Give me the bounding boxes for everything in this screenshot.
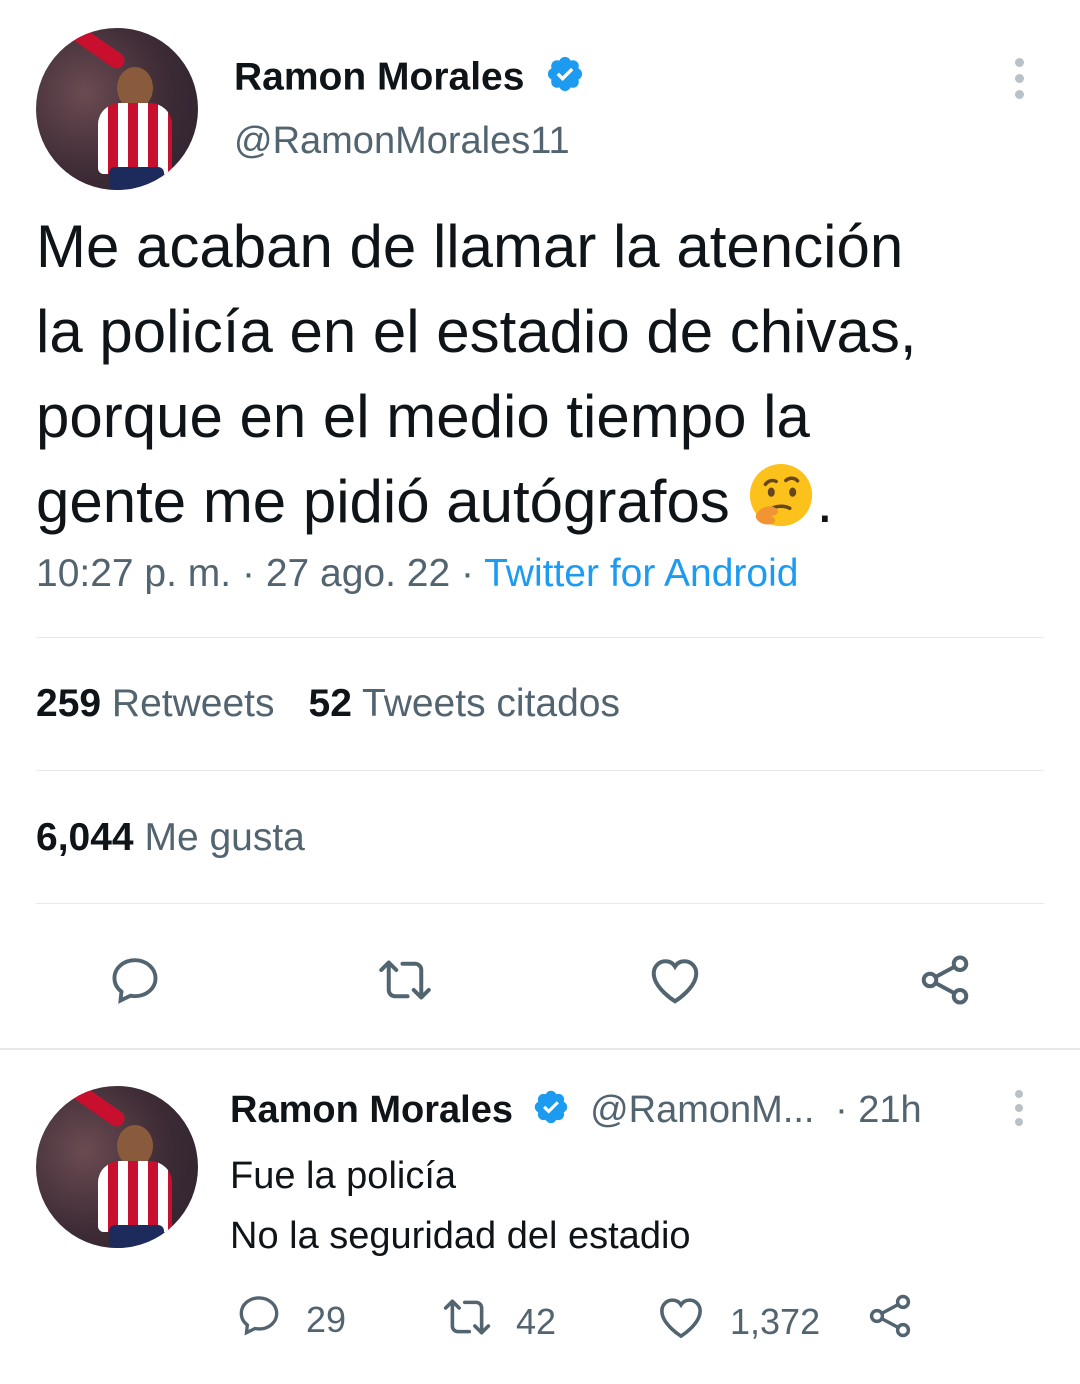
tweet-line: gente me pidió autógrafos bbox=[36, 468, 730, 535]
tweet-date: 27 ago. 22 bbox=[265, 552, 451, 595]
retweets-stat[interactable]: 259 Retweets bbox=[36, 682, 275, 725]
author-name-text: Ramon Morales bbox=[234, 55, 525, 99]
divider bbox=[36, 637, 1044, 638]
tweet-text: Me acaban de llamar la atención la polic… bbox=[36, 204, 1046, 554]
likes-stat[interactable]: 6,044 Me gusta bbox=[36, 816, 305, 860]
divider bbox=[36, 770, 1044, 771]
reply-author-avatar[interactable] bbox=[36, 1086, 198, 1248]
quotes-stat[interactable]: 52 Tweets citados bbox=[309, 682, 621, 725]
share-icon[interactable] bbox=[910, 945, 980, 1015]
tweet-line: porque en el medio tiempo la bbox=[36, 383, 810, 450]
retweets-label: Retweets bbox=[111, 682, 275, 725]
engagement-stats: 259 Retweets 52 Tweets citados bbox=[36, 682, 620, 726]
reply-author-name: Ramon Morales bbox=[230, 1089, 513, 1132]
tweet-line: Me acaban de llamar la atención bbox=[36, 213, 904, 280]
reply-action-bar: 29 42 1,372 bbox=[0, 1290, 1080, 1346]
author-name[interactable]: Ramon Morales bbox=[234, 54, 585, 104]
reply-line: No la seguridad del estadio bbox=[230, 1215, 691, 1257]
retweet-icon bbox=[440, 1290, 516, 1353]
reply-line: Fue la policía bbox=[230, 1155, 457, 1197]
like-icon bbox=[654, 1290, 730, 1353]
reply-time: · 21h bbox=[835, 1089, 922, 1132]
reply-text: Fue la policía No la seguridad del estad… bbox=[230, 1146, 691, 1266]
likes-label: Me gusta bbox=[144, 816, 305, 859]
section-divider bbox=[0, 1048, 1080, 1050]
tweet-end-punctuation: . bbox=[816, 468, 834, 535]
reply-icon bbox=[234, 1290, 306, 1349]
quotes-count: 52 bbox=[308, 682, 352, 725]
verified-badge-icon bbox=[545, 54, 585, 104]
retweets-count: 259 bbox=[36, 682, 102, 725]
tweet-time: 10:27 p. m. bbox=[36, 552, 232, 595]
likes-count: 6,044 bbox=[36, 816, 134, 859]
author-avatar[interactable] bbox=[36, 28, 198, 190]
tweet-meta: 10:27 p. m. · 27 ago. 22 · Twitter for A… bbox=[36, 552, 798, 596]
meta-separator: · bbox=[461, 552, 474, 595]
reply-author-handle: @RamonM... bbox=[590, 1089, 815, 1132]
share-button[interactable] bbox=[864, 1290, 938, 1351]
divider bbox=[36, 903, 1044, 904]
reply-button[interactable]: 29 bbox=[234, 1290, 346, 1349]
more-icon[interactable] bbox=[1012, 1090, 1026, 1133]
retweet-icon[interactable] bbox=[370, 945, 440, 1015]
tweet-line: la policía en el estadio de chivas, bbox=[36, 298, 917, 365]
like-icon[interactable] bbox=[640, 945, 710, 1015]
quotes-label: Tweets citados bbox=[362, 682, 620, 725]
tweet-action-bar bbox=[0, 945, 1080, 1015]
retweet-count: 42 bbox=[516, 1300, 557, 1342]
author-handle[interactable]: @RamonMorales11 bbox=[234, 120, 570, 163]
meta-separator: · bbox=[241, 552, 255, 595]
retweet-button[interactable]: 42 bbox=[440, 1290, 556, 1353]
like-button[interactable]: 1,372 bbox=[654, 1290, 820, 1353]
reply-count: 29 bbox=[306, 1298, 347, 1340]
thinking-face-emoji bbox=[746, 462, 816, 554]
like-count: 1,372 bbox=[730, 1300, 821, 1342]
share-icon bbox=[864, 1290, 938, 1351]
reply-icon[interactable] bbox=[100, 945, 170, 1015]
verified-badge-icon bbox=[532, 1088, 570, 1136]
reply-author-line[interactable]: Ramon Morales @RamonM... · 21h bbox=[230, 1088, 922, 1136]
more-icon[interactable] bbox=[1012, 58, 1026, 106]
tweet-source-link[interactable]: Twitter for Android bbox=[484, 552, 798, 595]
